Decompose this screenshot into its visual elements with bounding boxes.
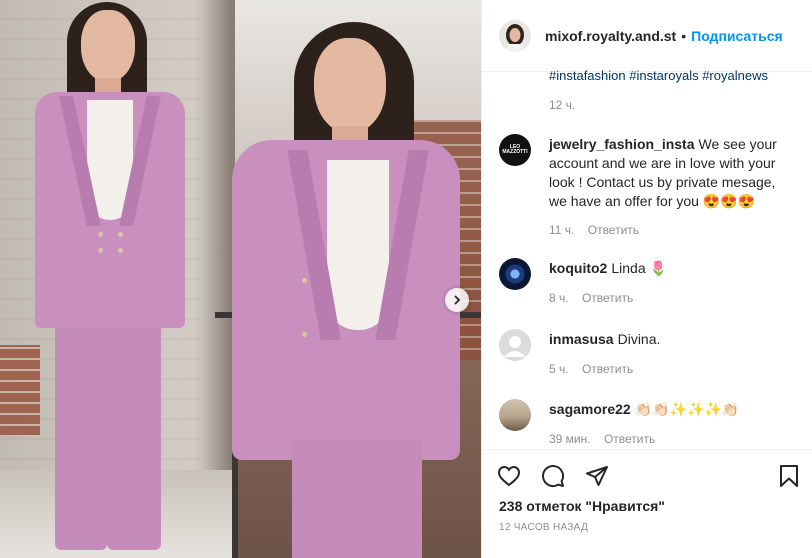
comment-item: koquito2 Linda 🌷 8 ч. Ответить (499, 258, 799, 308)
reply-button[interactable]: Ответить (582, 362, 633, 376)
comment-time: 5 ч. (549, 362, 569, 376)
comment-time: 39 мин. (549, 432, 591, 446)
share-button[interactable] (583, 462, 611, 490)
avatar-image (499, 19, 531, 52)
commenter-avatar[interactable]: LEO MAZZOTTI (499, 134, 531, 166)
commenter-avatar[interactable] (499, 399, 531, 431)
commenter-username[interactable]: koquito2 (549, 260, 607, 276)
save-button[interactable] (775, 462, 803, 490)
commenter-username[interactable]: jewelry_fashion_insta (549, 136, 695, 152)
post-photo[interactable] (0, 0, 481, 558)
comment-body: inmasusa Divina. (549, 330, 794, 349)
commenter-username[interactable]: inmasusa (549, 331, 614, 347)
chevron-right-icon (454, 295, 461, 305)
carousel-next-button[interactable] (445, 288, 469, 312)
header-separator: • (681, 27, 687, 44)
follow-button[interactable]: Подписаться (691, 28, 783, 44)
comment-meta: 11 ч. Ответить (549, 223, 639, 237)
author-avatar[interactable] (499, 19, 531, 52)
comment-item: LEO MAZZOTTI jewelry_fashion_insta We see… (499, 134, 799, 244)
comment-meta: 5 ч. Ответить (549, 362, 633, 376)
commenter-avatar[interactable] (499, 258, 531, 290)
like-button[interactable] (495, 462, 523, 490)
comment-text: Divina. (617, 331, 661, 347)
reply-button[interactable]: Ответить (588, 223, 639, 237)
comment-text: 👏🏻👏🏻✨✨✨👏🏻 (634, 401, 740, 417)
reply-button[interactable]: Ответить (582, 291, 633, 305)
comments-list[interactable]: #instafashion #instaroyals #royalnews 12… (482, 60, 812, 460)
author-username[interactable]: mixof.royalty.and.st (545, 28, 676, 44)
reply-button[interactable]: Ответить (604, 432, 655, 446)
comment-meta: 8 ч. Ответить (549, 291, 633, 305)
caption-hashtags[interactable]: #instafashion #instaroyals #royalnews (549, 68, 768, 83)
caption-time: 12 ч. (549, 98, 576, 112)
comment-text: Linda 🌷 (611, 260, 667, 276)
avatar-logo-text: LEO MAZZOTTI (502, 144, 528, 155)
figure-left (15, 0, 205, 558)
default-avatar-icon (499, 329, 531, 361)
comment-meta: 39 мин. Ответить (549, 432, 655, 446)
post-panel: mixof.royalty.and.st • Подписаться #inst… (481, 0, 812, 558)
share-icon (586, 466, 608, 486)
comment-item: inmasusa Divina. 5 ч. Ответить (499, 329, 799, 379)
likes-count[interactable]: 238 отметок "Нравится" (499, 498, 665, 514)
comment-icon (542, 465, 565, 488)
heart-icon (497, 465, 521, 487)
commenter-username[interactable]: sagamore22 (549, 401, 631, 417)
comment-item: sagamore22 👏🏻👏🏻✨✨✨👏🏻 39 мин. Ответить (499, 399, 799, 449)
figure-right (222, 0, 472, 558)
comment-body: jewelry_fashion_insta We see your account… (549, 135, 794, 211)
comment-body: sagamore22 👏🏻👏🏻✨✨✨👏🏻 (549, 400, 794, 419)
bookmark-icon (780, 465, 798, 487)
post-timestamp[interactable]: 12 часов назад (499, 522, 588, 533)
comment-time: 8 ч. (549, 291, 569, 305)
action-bar (495, 462, 611, 490)
comment-time: 11 ч. (549, 223, 575, 237)
post-actions-section: 238 отметок "Нравится" 12 часов назад (482, 449, 812, 558)
commenter-avatar[interactable] (499, 329, 531, 361)
comment-button[interactable] (539, 462, 567, 490)
comment-body: koquito2 Linda 🌷 (549, 259, 794, 278)
